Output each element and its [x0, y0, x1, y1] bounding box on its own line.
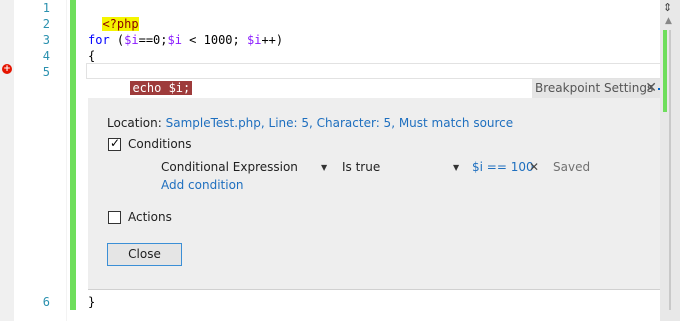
actions-checkbox[interactable]: [108, 211, 121, 224]
php-open-tag: <?php: [102, 17, 139, 31]
code-line-5[interactable]: echo $i;: [116, 64, 193, 96]
code-line-6[interactable]: }: [88, 294, 95, 310]
location-row: Location: SampleTest.php, Line: 5, Chara…: [107, 116, 513, 130]
actions-label: Actions: [128, 210, 172, 224]
close-button[interactable]: Close: [107, 243, 182, 266]
remove-condition-icon[interactable]: ✕: [529, 160, 539, 174]
code-line-1[interactable]: <?php: [88, 0, 139, 32]
line-number-6: 6: [42, 295, 50, 309]
scroll-up-icon[interactable]: ▲: [665, 16, 672, 26]
line-number-5: 5: [42, 65, 50, 79]
code-line-4[interactable]: {: [88, 48, 95, 64]
code-token: ==0;: [138, 33, 168, 47]
code-line-3[interactable]: for ($i==0;$i < 1000; $i++): [88, 32, 283, 48]
condition-expression-input[interactable]: $i == 100: [472, 160, 534, 174]
gutter-separator: [66, 0, 67, 321]
close-icon[interactable]: ✕: [645, 80, 657, 96]
line-number-1: 1: [42, 1, 50, 15]
condition-type-dropdown[interactable]: Conditional Expression: [161, 160, 298, 174]
variable-token: $i: [246, 33, 262, 47]
chevron-down-icon[interactable]: ▼: [453, 163, 459, 172]
location-link[interactable]: SampleTest.php, Line: 5, Character: 5, M…: [166, 116, 514, 130]
variable-token: $i: [167, 33, 182, 47]
scroll-thumb[interactable]: [663, 30, 667, 112]
breakpoint-settings-title: Breakpoint Settings: [535, 81, 654, 95]
conditions-checkbox[interactable]: ✓: [108, 136, 121, 151]
code-token: (: [109, 33, 125, 47]
breakpoint-margin[interactable]: [0, 0, 14, 321]
line-number-4: 4: [42, 49, 50, 63]
for-keyword: for: [88, 33, 110, 47]
chevron-down-icon[interactable]: ▼: [321, 163, 327, 172]
scroll-track[interactable]: [669, 30, 671, 310]
checkmark-icon: ✓: [110, 136, 121, 150]
change-tracking-bar: [70, 0, 76, 310]
conditions-label: Conditions: [128, 137, 192, 151]
condition-mode-dropdown[interactable]: Is true: [342, 160, 380, 174]
variable-token: $i: [124, 33, 139, 47]
breakpoint-line-highlight: echo $i;: [130, 81, 193, 95]
line-number-3: 3: [42, 33, 50, 47]
code-token: < 1000;: [181, 33, 247, 47]
split-icon[interactable]: ⇕: [663, 1, 672, 14]
code-token: ++): [261, 33, 284, 47]
add-condition-link[interactable]: Add condition: [161, 178, 244, 192]
breakpoint-settings-header: Breakpoint Settings ✕: [532, 79, 660, 98]
saved-status: Saved: [553, 160, 591, 174]
line-number-2: 2: [42, 17, 50, 31]
location-label: Location:: [107, 116, 162, 130]
breakpoint-icon[interactable]: +: [2, 64, 12, 74]
